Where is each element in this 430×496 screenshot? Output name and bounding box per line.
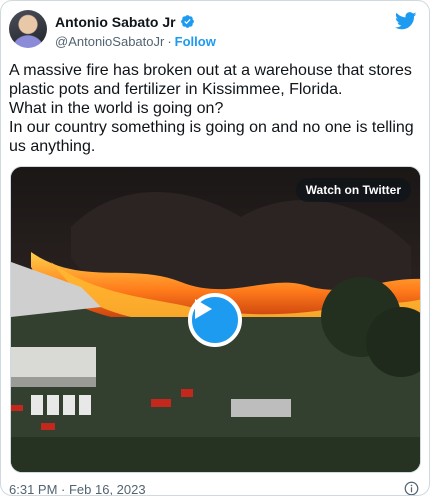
display-name-row: Antonio Sabato Jr <box>55 13 216 30</box>
author-handle[interactable]: @AntonioSabatoJr <box>55 34 164 49</box>
author-names: Antonio Sabato Jr @AntonioSabatoJr · Fol… <box>55 13 216 49</box>
video-thumbnail[interactable]: Watch on Twitter <box>10 166 421 473</box>
play-button[interactable] <box>188 293 242 347</box>
author-display-name[interactable]: Antonio Sabato Jr <box>55 14 176 30</box>
handle-separator: · <box>167 33 172 49</box>
tweet-header: Antonio Sabato Jr @AntonioSabatoJr · Fol… <box>9 10 419 50</box>
author-avatar[interactable] <box>9 10 47 48</box>
watch-on-twitter-button[interactable]: Watch on Twitter <box>295 178 411 202</box>
info-icon[interactable] <box>404 481 419 496</box>
twitter-bird-icon[interactable] <box>395 12 417 30</box>
handle-row: @AntonioSabatoJr · Follow <box>55 33 216 49</box>
tweet-text: A massive fire has broken out at a wareh… <box>9 61 421 156</box>
tweet-footer: 6:31 PM · Feb 16, 2023 <box>9 481 419 496</box>
tweet-timestamp[interactable]: 6:31 PM · Feb 16, 2023 <box>9 482 146 496</box>
tweet-text-line: A massive fire has broken out at a wareh… <box>9 62 412 79</box>
tweet-text-line: What in the world is going on? <box>9 100 224 117</box>
tweet-card: Antonio Sabato Jr @AntonioSabatoJr · Fol… <box>0 0 430 496</box>
verified-badge-icon <box>180 15 194 28</box>
play-icon <box>195 299 212 319</box>
tweet-text-line: us anything. <box>9 138 96 155</box>
tweet-text-line: plastic pots and fertilizer in Kissimmee… <box>9 81 343 98</box>
follow-button[interactable]: Follow <box>175 34 216 49</box>
tweet-text-line: In our country something is going on and… <box>9 119 414 136</box>
